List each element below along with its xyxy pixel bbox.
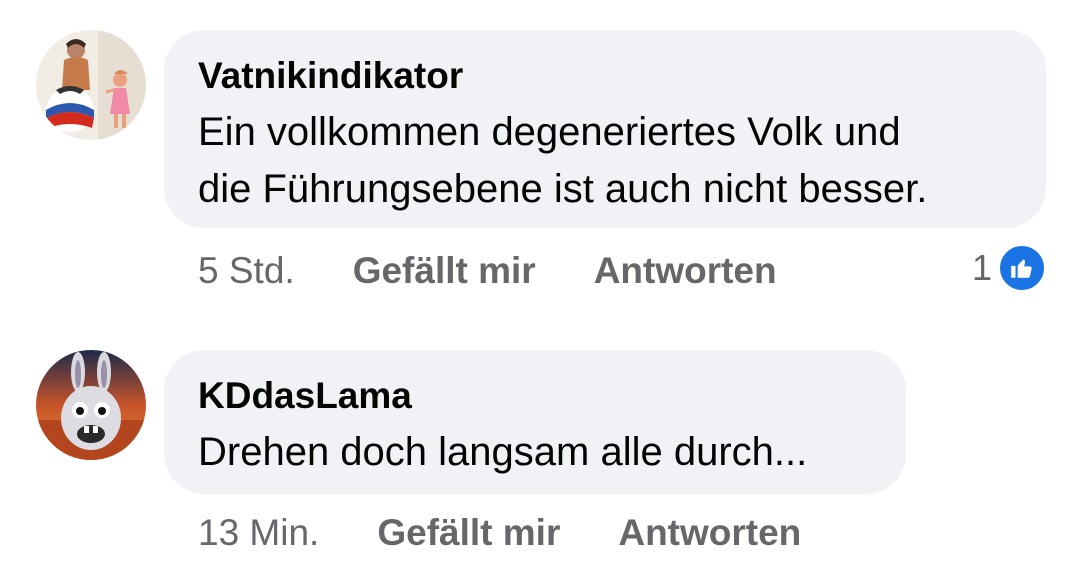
comment-author[interactable]: KDdasLama	[198, 374, 872, 418]
reaction-count: 1	[971, 247, 992, 288]
avatar[interactable]	[36, 350, 146, 460]
comment-text-line: die Führungsebene ist auch nicht besser.	[198, 167, 928, 211]
comment-bubble: KDdasLama Drehen doch langsam alle durch…	[164, 350, 906, 494]
avatar-illustration	[36, 350, 146, 460]
comment-bubble: Vatnikindikator Ein vollkommen degenerie…	[164, 30, 1046, 228]
comment-author[interactable]: Vatnikindikator	[198, 54, 1012, 98]
thumbs-up-icon	[998, 244, 1046, 292]
reaction-summary[interactable]: 1	[972, 244, 1046, 292]
comment-timestamp[interactable]: 5 Std.	[198, 250, 295, 292]
comment-text-line: Drehen doch langsam alle durch...	[198, 430, 808, 474]
comment-actions: 5 Std. Gefällt mir Antworten	[198, 250, 777, 292]
avatar-illustration	[36, 30, 146, 140]
comment-text: Ein vollkommen degeneriertes Volk und di…	[198, 104, 1012, 218]
reply-button[interactable]: Antworten	[594, 250, 777, 292]
comment-1: Vatnikindikator Ein vollkommen degenerie…	[0, 0, 1080, 300]
comment-2: KDdasLama Drehen doch langsam alle durch…	[0, 330, 1080, 578]
reply-button[interactable]: Antworten	[618, 512, 801, 554]
comment-text-line: Ein vollkommen degeneriertes Volk und	[198, 110, 901, 154]
comment-timestamp[interactable]: 13 Min.	[198, 512, 319, 554]
avatar[interactable]	[36, 30, 146, 140]
comment-actions: 13 Min. Gefällt mir Antworten	[198, 512, 801, 554]
like-button[interactable]: Gefällt mir	[353, 250, 536, 292]
comment-text: Drehen doch langsam alle durch...	[198, 424, 872, 481]
like-button[interactable]: Gefällt mir	[377, 512, 560, 554]
